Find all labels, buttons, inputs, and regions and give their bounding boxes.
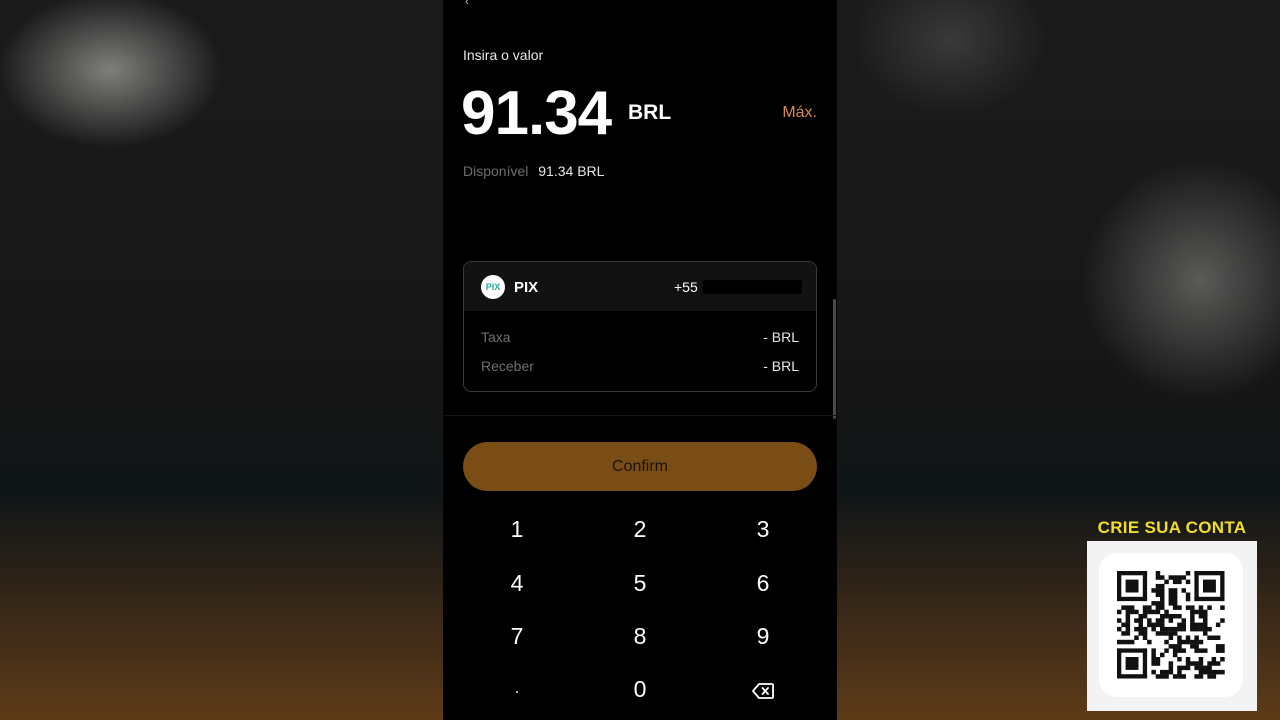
key-2[interactable]: 2	[580, 503, 700, 555]
backspace-icon	[752, 683, 774, 699]
amount-prompt: Insira o valor	[463, 47, 544, 63]
qr-code-icon[interactable]	[1099, 553, 1243, 697]
fee-label: Taxa	[481, 329, 511, 345]
payment-method-name: PIX	[514, 279, 539, 296]
qr-card	[1099, 553, 1243, 697]
promo-overlay: CRIE SUA CONTA	[1087, 515, 1257, 711]
divider	[443, 415, 837, 416]
phone-screen: ‹ Insira o valor 91.34 BRL Máx. Disponív…	[443, 0, 837, 720]
key-5[interactable]: 5	[580, 557, 700, 609]
confirm-button[interactable]: Confirm	[463, 442, 817, 491]
pix-logo-icon: PIX	[481, 275, 505, 299]
amount-value[interactable]: 91.34	[461, 78, 612, 149]
key-9[interactable]: 9	[703, 610, 823, 662]
back-arrow-icon[interactable]: ‹	[465, 0, 475, 8]
receive-label: Receber	[481, 358, 534, 374]
max-button[interactable]: Máx.	[782, 104, 817, 122]
receive-row: Receber - BRL	[481, 358, 799, 374]
receive-value: - BRL	[763, 358, 799, 374]
payment-method-selector[interactable]: PIX PIX +55	[464, 262, 816, 311]
available-label: Disponível	[463, 163, 529, 179]
key-4[interactable]: 4	[457, 557, 577, 609]
available-balance: Disponível 91.34 BRL	[463, 163, 604, 179]
key-1[interactable]: 1	[457, 503, 577, 555]
key-0[interactable]: 0	[580, 663, 700, 715]
fee-row: Taxa - BRL	[481, 329, 799, 345]
qr-frame	[1087, 541, 1257, 711]
fee-value: - BRL	[763, 329, 799, 345]
key-7[interactable]: 7	[457, 610, 577, 662]
backspace-key[interactable]	[703, 663, 823, 715]
available-value: 91.34 BRL	[538, 163, 605, 179]
key-8[interactable]: 8	[580, 610, 700, 662]
scrollbar[interactable]	[833, 299, 836, 419]
key-3[interactable]: 3	[703, 503, 823, 555]
payment-method-card: PIX PIX +55 Taxa - BRL Receber - BRL	[463, 261, 817, 392]
key-decimal[interactable]: .	[457, 663, 577, 715]
promo-title: CRIE SUA CONTA	[1097, 518, 1247, 537]
amount-currency: BRL	[628, 101, 672, 124]
pix-phone-number: +55	[674, 279, 698, 295]
key-6[interactable]: 6	[703, 557, 823, 609]
redacted-phone-number	[703, 280, 802, 294]
